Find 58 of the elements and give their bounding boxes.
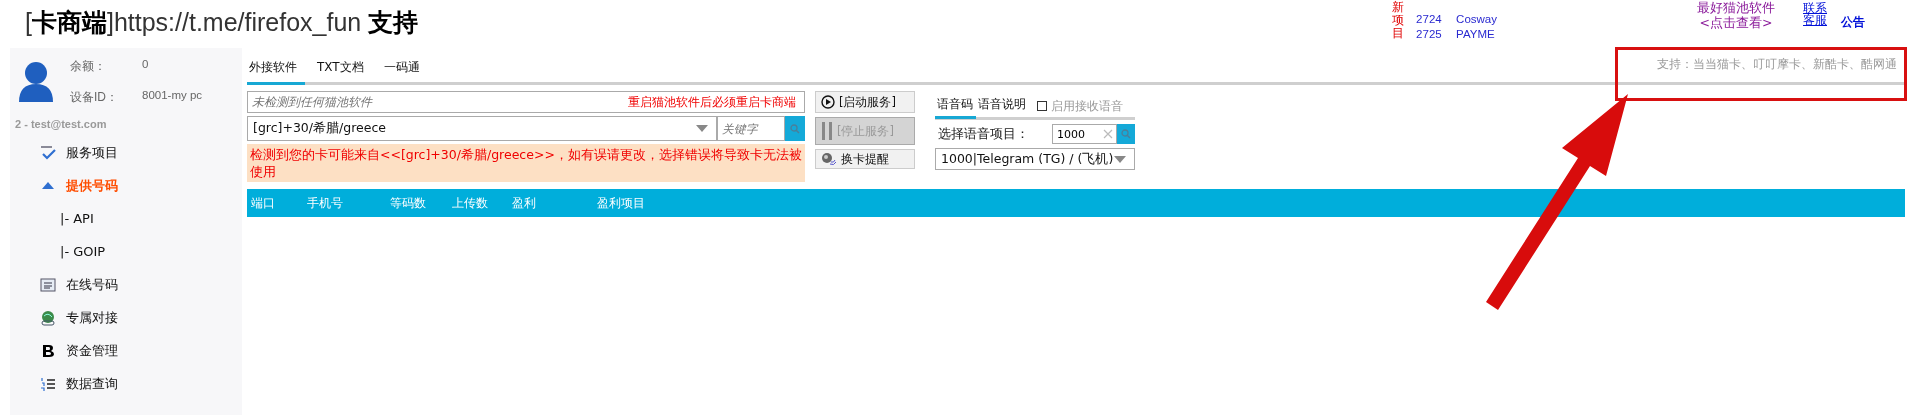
- spellcheck-icon: [40, 144, 56, 161]
- speaker-icon: [821, 152, 837, 166]
- new-projects-label: 新项目: [1392, 0, 1405, 42]
- search-icon: [790, 123, 800, 134]
- tab[interactable]: 语音码: [935, 96, 976, 119]
- country-dropdown[interactable]: [grc]+30/希腊/greece: [247, 116, 717, 141]
- promo-title: 最好猫池软件: [1697, 1, 1775, 14]
- service-button[interactable]: 换卡提醒: [815, 149, 915, 169]
- window-title: [卡商端]https://t.me/firefox_fun 支持: [24, 7, 419, 38]
- sidebar-item[interactable]: 服务项目: [66, 143, 118, 162]
- voice-project-label: 选择语音项目：: [937, 125, 1029, 143]
- sidebar-item[interactable]: 数据查询: [66, 374, 118, 393]
- play-icon: [821, 95, 835, 109]
- sidebar-item[interactable]: |- API: [60, 211, 94, 226]
- caret-icon: [696, 125, 708, 132]
- software-field-box[interactable]: 未检测到任何猫池软件 重启猫池软件后必须重启卡商端: [247, 91, 805, 113]
- sidebar-item[interactable]: 在线号码: [66, 275, 118, 294]
- project-name: PAYME: [1456, 27, 1495, 42]
- voice-project-dropdown[interactable]: 1000|Telegram (TG) / (飞机): [935, 148, 1135, 170]
- tab[interactable]: 外接软件: [247, 59, 305, 85]
- promo-link[interactable]: <点击查看>: [1699, 14, 1773, 29]
- voice-search-box[interactable]: 1000: [1052, 124, 1117, 144]
- tab[interactable]: 一码通: [381, 59, 428, 85]
- message-icon: [40, 276, 56, 293]
- checkbox[interactable]: [1037, 101, 1047, 111]
- device-id-value: 8001-my pc: [142, 89, 203, 103]
- bold-b-icon: [40, 342, 56, 359]
- project-name: Cosway: [1456, 12, 1497, 27]
- caret-icon: [1114, 155, 1126, 163]
- search-button[interactable]: [785, 116, 805, 141]
- balance-label: 余额：: [70, 58, 107, 75]
- sidebar-item[interactable]: |- GOIP: [60, 244, 106, 259]
- clear-icon: [1103, 129, 1113, 139]
- search-icon: [1121, 129, 1131, 139]
- header-link[interactable]: 联系客服: [1803, 0, 1827, 26]
- pause-icon: [821, 121, 833, 141]
- service-button[interactable]: [启动服务]: [815, 91, 915, 113]
- restart-notice: 重启猫池软件后必须重启卡商端: [628, 93, 797, 111]
- keyword-field[interactable]: 关键字: [717, 116, 785, 141]
- device-id-label: 设备ID：: [70, 89, 119, 106]
- globe-link-icon: [40, 309, 56, 326]
- user-avatar-icon: [16, 60, 56, 104]
- search-button[interactable]: [1117, 124, 1135, 144]
- sidebar-item[interactable]: 资金管理: [66, 341, 118, 360]
- voice-search-field[interactable]: 1000: [1053, 127, 1103, 141]
- tab[interactable]: TXT文档: [315, 59, 372, 85]
- project-code: 2725: [1416, 27, 1441, 42]
- user-account: 2 - test@test.com: [14, 117, 108, 130]
- checkbox-label: 启用接收语音: [1051, 98, 1123, 114]
- header-link[interactable]: 公告: [1841, 0, 1865, 31]
- balance-value: 0: [142, 58, 150, 72]
- project-code: 2724: [1416, 12, 1441, 27]
- tab[interactable]: 语音说明: [976, 96, 1029, 119]
- software-field[interactable]: 未检测到任何猫池软件: [248, 95, 628, 109]
- sidebar-item[interactable]: 专属对接: [66, 308, 118, 327]
- support-note: 支持：当当猫卡、叮叮摩卡、新酷卡、酷网通: [1657, 57, 1898, 73]
- numbered-list-icon: [40, 375, 56, 392]
- warning-message: 检测到您的卡可能来自<<[grc]+30/希腊/greece>>，如有误请更改，选择错误将导致卡无法被使用: [247, 144, 805, 182]
